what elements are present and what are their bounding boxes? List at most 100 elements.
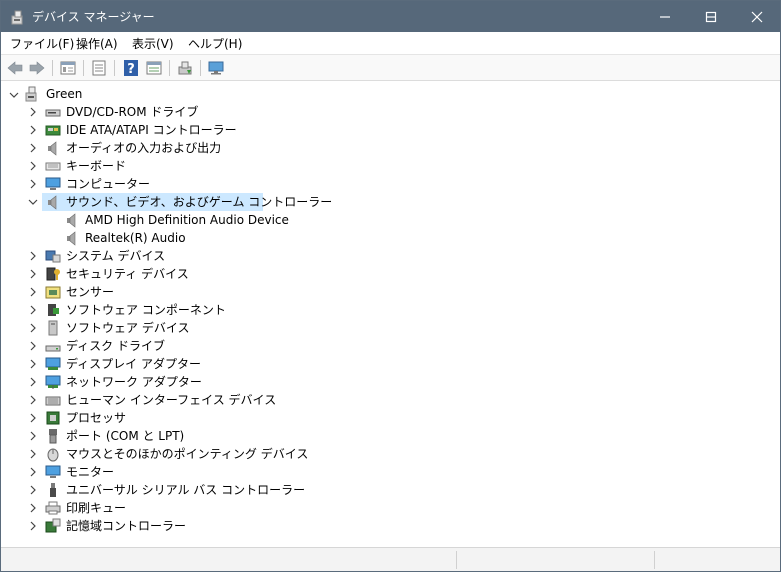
chevron-right-icon[interactable] xyxy=(28,143,38,153)
chevron-right-icon[interactable] xyxy=(28,251,38,261)
tree-root-label[interactable]: Green xyxy=(46,85,82,103)
tree-category-label[interactable]: IDE ATA/ATAPI コントローラー xyxy=(66,121,237,139)
close-button[interactable] xyxy=(734,1,780,32)
ide-controller-icon xyxy=(45,125,61,136)
device-manager-window: デバイス マネージャー ファイル(F) 操作(A) 表示(V) ヘルプ(H) ?… xyxy=(0,0,781,572)
menu-view[interactable]: 表示(V) xyxy=(132,35,174,52)
tree-category-label[interactable]: ソフトウェア デバイス xyxy=(66,319,189,337)
dvd-drive-icon xyxy=(45,109,61,117)
tree-category-label[interactable]: ネットワーク アダプター xyxy=(66,373,202,391)
toolbar-separator xyxy=(83,60,84,76)
chevron-right-icon[interactable] xyxy=(28,305,38,315)
system-device-icon xyxy=(45,250,61,263)
speaker-icon xyxy=(67,213,76,228)
menu-bar: ファイル(F) 操作(A) 表示(V) ヘルプ(H) xyxy=(1,32,780,54)
tree-category-label[interactable]: ディスク ドライブ xyxy=(66,337,165,355)
tree-category-label[interactable]: ソフトウェア コンポーネント xyxy=(66,301,226,319)
software-device-icon xyxy=(48,320,58,336)
speaker-icon xyxy=(67,231,76,246)
forward-icon[interactable] xyxy=(28,59,46,77)
chevron-right-icon[interactable] xyxy=(28,395,38,405)
scan-hardware-icon[interactable] xyxy=(207,59,225,77)
device-tree[interactable]: Green DVD/CD-ROM ドライブ IDE ATA/ATAPI コントロー… xyxy=(1,82,780,547)
status-divider xyxy=(654,551,655,569)
device-manager-app-icon xyxy=(11,10,23,25)
computer-icon xyxy=(45,177,61,190)
minimize-icon xyxy=(660,15,670,18)
computer-root-icon xyxy=(25,86,37,102)
network-adapter-icon xyxy=(45,375,61,389)
chevron-right-icon[interactable] xyxy=(28,323,38,333)
speaker-icon xyxy=(48,141,57,156)
window-title: デバイス マネージャー xyxy=(32,10,155,24)
tree-category-label[interactable]: ディスプレイ アダプター xyxy=(66,355,201,373)
status-divider xyxy=(456,551,457,569)
chevron-right-icon[interactable] xyxy=(28,179,38,189)
tree-device-label[interactable]: AMD High Definition Audio Device xyxy=(85,211,289,229)
toolbar-separator xyxy=(169,60,170,76)
maximize-button[interactable] xyxy=(688,1,734,32)
tree-category-label[interactable]: コンピューター xyxy=(66,175,150,193)
tree-category-label[interactable]: キーボード xyxy=(66,157,126,175)
chevron-right-icon[interactable] xyxy=(28,485,38,495)
tree-category-label[interactable]: ユニバーサル シリアル バス コントローラー xyxy=(66,481,305,499)
chevron-right-icon[interactable] xyxy=(28,161,38,171)
chevron-right-icon[interactable] xyxy=(28,107,38,117)
tree-category-label[interactable]: マウスとそのほかのポインティング デバイス xyxy=(66,445,308,463)
tree-category-label[interactable]: モニター xyxy=(66,463,114,481)
tree-category-label[interactable]: サウンド、ビデオ、およびゲーム コントローラー xyxy=(66,193,332,211)
toolbar-separator xyxy=(52,60,53,76)
menu-help[interactable]: ヘルプ(H) xyxy=(188,35,242,52)
processor-icon xyxy=(46,411,60,425)
toolbar-separator xyxy=(200,60,201,76)
tree-category-label[interactable]: セキュリティ デバイス xyxy=(66,265,189,283)
tree-category-label[interactable]: 印刷キュー xyxy=(66,499,126,517)
menu-file[interactable]: ファイル(F) xyxy=(10,35,74,52)
hid-icon xyxy=(45,396,61,406)
keyboard-icon xyxy=(45,162,61,171)
document-icon[interactable] xyxy=(90,59,108,77)
status-bar xyxy=(1,547,780,571)
chevron-right-icon[interactable] xyxy=(28,287,38,297)
mouse-icon xyxy=(47,448,59,462)
tree-category-label[interactable]: システム デバイス xyxy=(66,247,165,265)
chevron-right-icon[interactable] xyxy=(28,377,38,387)
chevron-down-icon[interactable] xyxy=(28,197,38,207)
storage-controller-icon xyxy=(45,518,61,533)
minimize-button-area[interactable] xyxy=(642,1,688,32)
chevron-right-icon[interactable] xyxy=(28,125,38,135)
chevron-down-icon[interactable] xyxy=(9,90,19,100)
properties-view-icon[interactable] xyxy=(59,59,77,77)
tree-category-label[interactable]: センサー xyxy=(66,283,114,301)
tree-category-label[interactable]: ヒューマン インターフェイス デバイス xyxy=(66,391,276,409)
chevron-right-icon[interactable] xyxy=(28,503,38,513)
sensor-icon xyxy=(45,286,61,299)
chevron-right-icon[interactable] xyxy=(28,431,38,441)
monitor-icon xyxy=(45,465,61,478)
chevron-right-icon[interactable] xyxy=(28,341,38,351)
disk-drive-icon xyxy=(45,345,61,352)
update-driver-icon[interactable] xyxy=(176,59,194,77)
tree-category-label[interactable]: プロセッサ xyxy=(66,409,126,427)
toolbar: ? xyxy=(1,54,780,81)
chevron-right-icon[interactable] xyxy=(28,359,38,369)
tree-category-label[interactable]: ポート (COM と LPT) xyxy=(66,427,184,445)
menu-action[interactable]: 操作(A) xyxy=(76,35,118,52)
maximize-icon xyxy=(705,11,717,22)
printer-icon xyxy=(45,501,61,515)
details-icon[interactable] xyxy=(145,59,163,77)
chevron-right-icon[interactable] xyxy=(28,269,38,279)
back-icon[interactable] xyxy=(6,59,24,77)
tree-device-label[interactable]: Realtek(R) Audio xyxy=(85,229,186,247)
tree-category-label[interactable]: 記憶域コントローラー xyxy=(66,517,186,535)
chevron-right-icon[interactable] xyxy=(28,467,38,477)
tree-category-label[interactable]: オーディオの入力および出力 xyxy=(66,139,221,157)
security-device-icon xyxy=(46,267,60,281)
help-icon[interactable]: ? xyxy=(122,59,140,77)
tree-category-label[interactable]: DVD/CD-ROM ドライブ xyxy=(66,103,198,121)
toolbar-separator xyxy=(114,60,115,76)
speaker-icon xyxy=(48,195,57,210)
chevron-right-icon[interactable] xyxy=(28,413,38,423)
chevron-right-icon[interactable] xyxy=(28,521,38,531)
chevron-right-icon[interactable] xyxy=(28,449,38,459)
